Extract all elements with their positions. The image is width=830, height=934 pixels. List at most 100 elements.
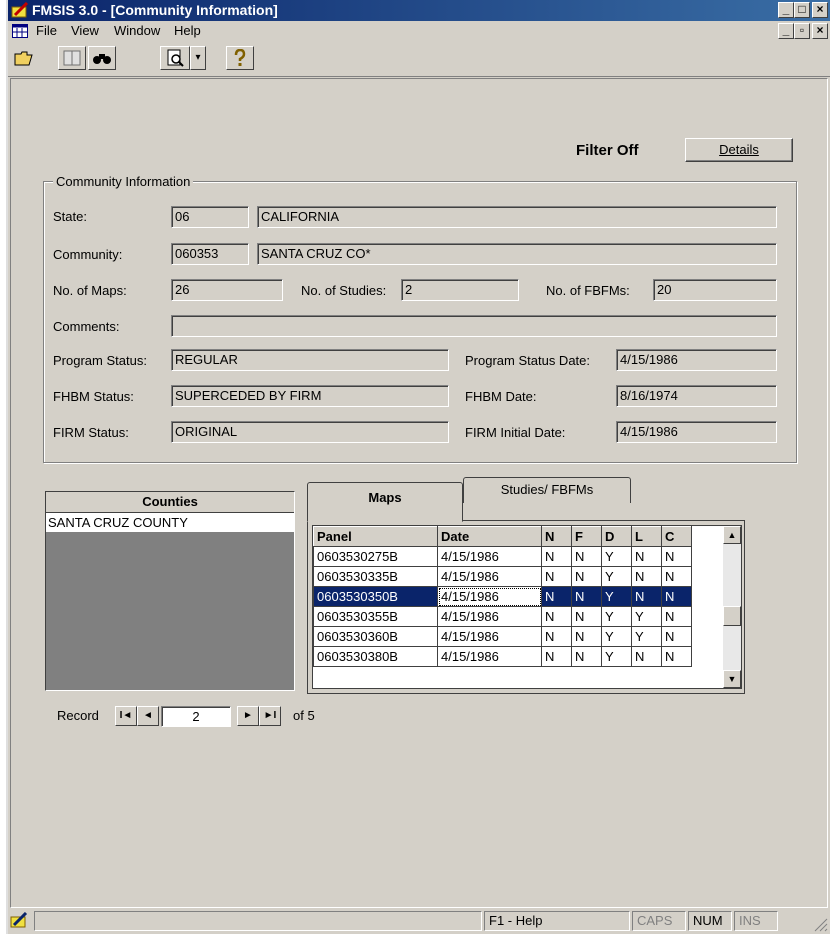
comments-field[interactable] bbox=[171, 315, 777, 337]
table-cell[interactable]: Y bbox=[631, 626, 662, 647]
table-cell[interactable]: Y bbox=[601, 606, 632, 627]
print-preview-button[interactable] bbox=[160, 46, 190, 70]
first-record-button[interactable]: I◄ bbox=[115, 706, 137, 726]
table-cell[interactable]: N bbox=[571, 626, 602, 647]
table-cell[interactable]: Y bbox=[631, 606, 662, 627]
table-cell[interactable]: N bbox=[571, 566, 602, 587]
firm-initial-date-field[interactable]: 4/15/1986 bbox=[616, 421, 777, 443]
table-row[interactable]: 0603530360B 4/15/1986 N N Y Y N bbox=[313, 626, 692, 647]
table-cell[interactable]: N bbox=[541, 566, 572, 587]
table-cell[interactable]: N bbox=[571, 546, 602, 567]
columns-view-button[interactable] bbox=[58, 46, 86, 70]
table-cell[interactable]: N bbox=[661, 626, 692, 647]
scroll-up-button[interactable]: ▲ bbox=[723, 526, 741, 544]
table-cell[interactable]: N bbox=[541, 626, 572, 647]
community-name-field[interactable]: SANTA CRUZ CO* bbox=[257, 243, 777, 265]
table-cell[interactable]: 0603530380B bbox=[313, 646, 438, 667]
previous-record-button[interactable]: ◄ bbox=[137, 706, 159, 726]
table-cell[interactable]: 0603530275B bbox=[313, 546, 438, 567]
table-cell[interactable]: Y bbox=[601, 566, 632, 587]
table-cell[interactable]: Y bbox=[601, 586, 632, 607]
find-button[interactable] bbox=[88, 46, 116, 70]
table-cell[interactable]: 4/15/1986 bbox=[437, 606, 542, 627]
table-cell[interactable]: N bbox=[631, 546, 662, 567]
table-cell[interactable]: N bbox=[661, 606, 692, 627]
table-cell[interactable]: 0603530335B bbox=[313, 566, 438, 587]
table-cell[interactable]: N bbox=[541, 646, 572, 667]
table-cell[interactable]: N bbox=[661, 546, 692, 567]
counties-list[interactable]: Counties SANTA CRUZ COUNTY bbox=[45, 491, 295, 691]
table-cell[interactable]: N bbox=[571, 586, 602, 607]
state-name-field[interactable]: CALIFORNIA bbox=[257, 206, 777, 228]
table-cell[interactable]: N bbox=[541, 586, 572, 607]
table-cell[interactable]: Y bbox=[601, 626, 632, 647]
num-studies-field[interactable]: 2 bbox=[401, 279, 519, 301]
table-cell[interactable]: Y bbox=[601, 646, 632, 667]
table-cell[interactable]: 0603530360B bbox=[313, 626, 438, 647]
last-record-button[interactable]: ►I bbox=[259, 706, 281, 726]
table-cell[interactable]: N bbox=[661, 586, 692, 607]
state-code-field[interactable]: 06 bbox=[171, 206, 249, 228]
table-cell[interactable]: 0603530355B bbox=[313, 606, 438, 627]
next-record-button[interactable]: ► bbox=[237, 706, 259, 726]
num-fbfms-field[interactable]: 20 bbox=[653, 279, 777, 301]
table-row[interactable]: 0603530380B 4/15/1986 N N Y N N bbox=[313, 646, 692, 667]
table-row[interactable]: 0603530335B 4/15/1986 N N Y N N bbox=[313, 566, 692, 587]
maximize-button[interactable]: □ bbox=[794, 2, 810, 18]
table-cell[interactable]: 4/15/1986 bbox=[437, 546, 542, 567]
fhbm-status-field[interactable]: SUPERCEDED BY FIRM bbox=[171, 385, 449, 407]
menu-file[interactable]: File bbox=[36, 23, 57, 38]
grid-vertical-scrollbar[interactable]: ▲ ▼ bbox=[723, 526, 741, 688]
details-button[interactable]: Details bbox=[685, 138, 793, 162]
column-header-l[interactable]: L bbox=[631, 526, 662, 547]
table-row[interactable]: 0603530275B 4/15/1986 N N Y N N bbox=[313, 546, 692, 567]
program-status-field[interactable]: REGULAR bbox=[171, 349, 449, 371]
close-button[interactable]: × bbox=[812, 2, 828, 18]
column-header-c[interactable]: C bbox=[661, 526, 692, 547]
column-header-panel[interactable]: Panel bbox=[313, 526, 438, 547]
scroll-thumb[interactable] bbox=[723, 606, 741, 626]
table-row[interactable]: 0603530350B 4/15/1986 N N Y N N bbox=[313, 586, 692, 607]
table-cell[interactable]: N bbox=[631, 566, 662, 587]
resize-grip-icon[interactable] bbox=[812, 916, 828, 932]
community-code-field[interactable]: 060353 bbox=[171, 243, 249, 265]
title-bar[interactable]: FMSIS 3.0 - [Community Information] _ □ … bbox=[8, 0, 830, 21]
table-cell[interactable]: Y bbox=[601, 546, 632, 567]
table-cell[interactable]: N bbox=[661, 566, 692, 587]
program-status-date-field[interactable]: 4/15/1986 bbox=[616, 349, 777, 371]
table-cell[interactable]: 4/15/1986 bbox=[437, 626, 542, 647]
column-header-date[interactable]: Date bbox=[437, 526, 542, 547]
county-list-item[interactable]: SANTA CRUZ COUNTY bbox=[46, 513, 294, 532]
inner-restore-button[interactable]: ▫ bbox=[794, 23, 810, 39]
table-cell[interactable]: 0603530350B bbox=[313, 586, 438, 607]
inner-close-button[interactable]: × bbox=[812, 23, 828, 39]
scroll-down-button[interactable]: ▼ bbox=[723, 670, 741, 688]
table-cell[interactable]: N bbox=[661, 646, 692, 667]
minimize-button[interactable]: _ bbox=[778, 2, 794, 18]
document-grid-icon[interactable] bbox=[12, 24, 28, 38]
menu-window[interactable]: Window bbox=[114, 23, 160, 38]
table-cell[interactable]: N bbox=[571, 606, 602, 627]
column-header-d[interactable]: D bbox=[601, 526, 632, 547]
table-cell[interactable]: N bbox=[631, 646, 662, 667]
table-row[interactable]: 0603530355B 4/15/1986 N N Y Y N bbox=[313, 606, 692, 627]
table-cell[interactable]: 4/15/1986 bbox=[437, 586, 542, 607]
table-cell[interactable]: 4/15/1986 bbox=[437, 646, 542, 667]
table-cell[interactable]: N bbox=[631, 586, 662, 607]
print-preview-dropdown[interactable]: ▾ bbox=[190, 46, 206, 70]
table-cell[interactable]: N bbox=[571, 646, 602, 667]
firm-status-field[interactable]: ORIGINAL bbox=[171, 421, 449, 443]
record-number-input[interactable]: 2 bbox=[161, 706, 231, 727]
menu-view[interactable]: View bbox=[71, 23, 99, 38]
inner-minimize-button[interactable]: _ bbox=[778, 23, 794, 39]
num-maps-field[interactable]: 26 bbox=[171, 279, 283, 301]
table-cell[interactable]: N bbox=[541, 606, 572, 627]
column-header-f[interactable]: F bbox=[571, 526, 602, 547]
tab-studies-fbfms[interactable]: Studies/ FBFMs bbox=[463, 477, 631, 503]
table-cell[interactable]: 4/15/1986 bbox=[437, 566, 542, 587]
column-header-n[interactable]: N bbox=[541, 526, 572, 547]
table-cell[interactable]: N bbox=[541, 546, 572, 567]
tab-maps[interactable]: Maps bbox=[307, 482, 463, 522]
menu-help[interactable]: Help bbox=[174, 23, 201, 38]
fhbm-date-field[interactable]: 8/16/1974 bbox=[616, 385, 777, 407]
